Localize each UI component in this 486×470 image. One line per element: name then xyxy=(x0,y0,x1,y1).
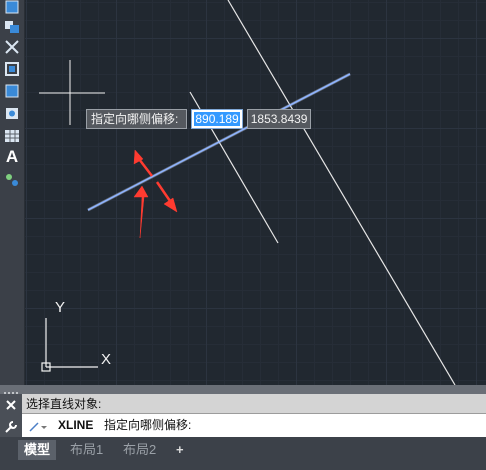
arrow-up-icon xyxy=(133,185,149,239)
command-prompt-text: 指定向哪侧偏移: xyxy=(104,418,192,432)
wrench-icon[interactable] xyxy=(3,419,19,435)
arrow-up-left-line xyxy=(138,158,153,177)
text-tool-icon[interactable]: A xyxy=(3,147,21,166)
annotation-arrows xyxy=(133,149,178,239)
prompt-label: 指定向哪侧偏移: xyxy=(86,109,188,129)
region-icon[interactable] xyxy=(3,60,21,78)
close-icon[interactable] xyxy=(4,398,18,412)
command-line-panel: 选择直线对象: XLINE 指定向哪侧偏移: xyxy=(0,385,486,437)
command-history-line: 选择直线对象: xyxy=(22,394,486,414)
command-name: XLINE xyxy=(58,418,94,432)
offset-y-value: 1853.8439 xyxy=(250,112,308,126)
dynamic-input-tooltip: 指定向哪侧偏移: 890.189 1853.8439 xyxy=(86,109,312,129)
table-icon[interactable] xyxy=(3,127,21,145)
command-line-grip[interactable] xyxy=(0,385,486,394)
text-tool-glyph: A xyxy=(5,147,19,166)
tab-add-layout[interactable]: + xyxy=(176,440,184,460)
ucs-x-label: X xyxy=(101,351,111,368)
camera-icon[interactable] xyxy=(3,104,21,122)
hatch-icon[interactable] xyxy=(3,82,21,100)
command-line-handle xyxy=(0,394,22,437)
shape-tool-icon[interactable] xyxy=(3,0,21,16)
offset-y-input[interactable]: 1853.8439 xyxy=(246,109,312,129)
left-toolbar: A xyxy=(0,0,25,385)
arrow-down-right-line xyxy=(155,181,172,202)
trim-icon[interactable] xyxy=(3,38,21,56)
tab-layout1[interactable]: 布局1 xyxy=(70,440,103,460)
tab-model[interactable]: 模型 xyxy=(18,440,57,460)
offset-x-value: 890.189 xyxy=(194,112,240,126)
construction-line-long[interactable] xyxy=(227,0,456,385)
ucs-y-label: Y xyxy=(55,299,65,316)
offset-x-input[interactable]: 890.189 xyxy=(191,109,243,129)
command-input[interactable]: XLINE 指定向哪侧偏移: xyxy=(22,414,486,437)
ucs-icon xyxy=(41,318,98,372)
block-tool-icon[interactable] xyxy=(3,17,21,35)
point-tool-icon[interactable] xyxy=(3,171,21,189)
drawing-canvas[interactable]: Y X xyxy=(25,0,486,385)
arrow-down-right-head xyxy=(163,197,178,213)
layout-tab-bar: 模型 布局1 布局2 + xyxy=(0,437,486,470)
selected-xline[interactable] xyxy=(87,73,351,211)
tab-layout2[interactable]: 布局2 xyxy=(123,440,156,460)
command-prompt-icon[interactable] xyxy=(28,419,48,433)
drawing-layer: Y X xyxy=(39,0,456,385)
